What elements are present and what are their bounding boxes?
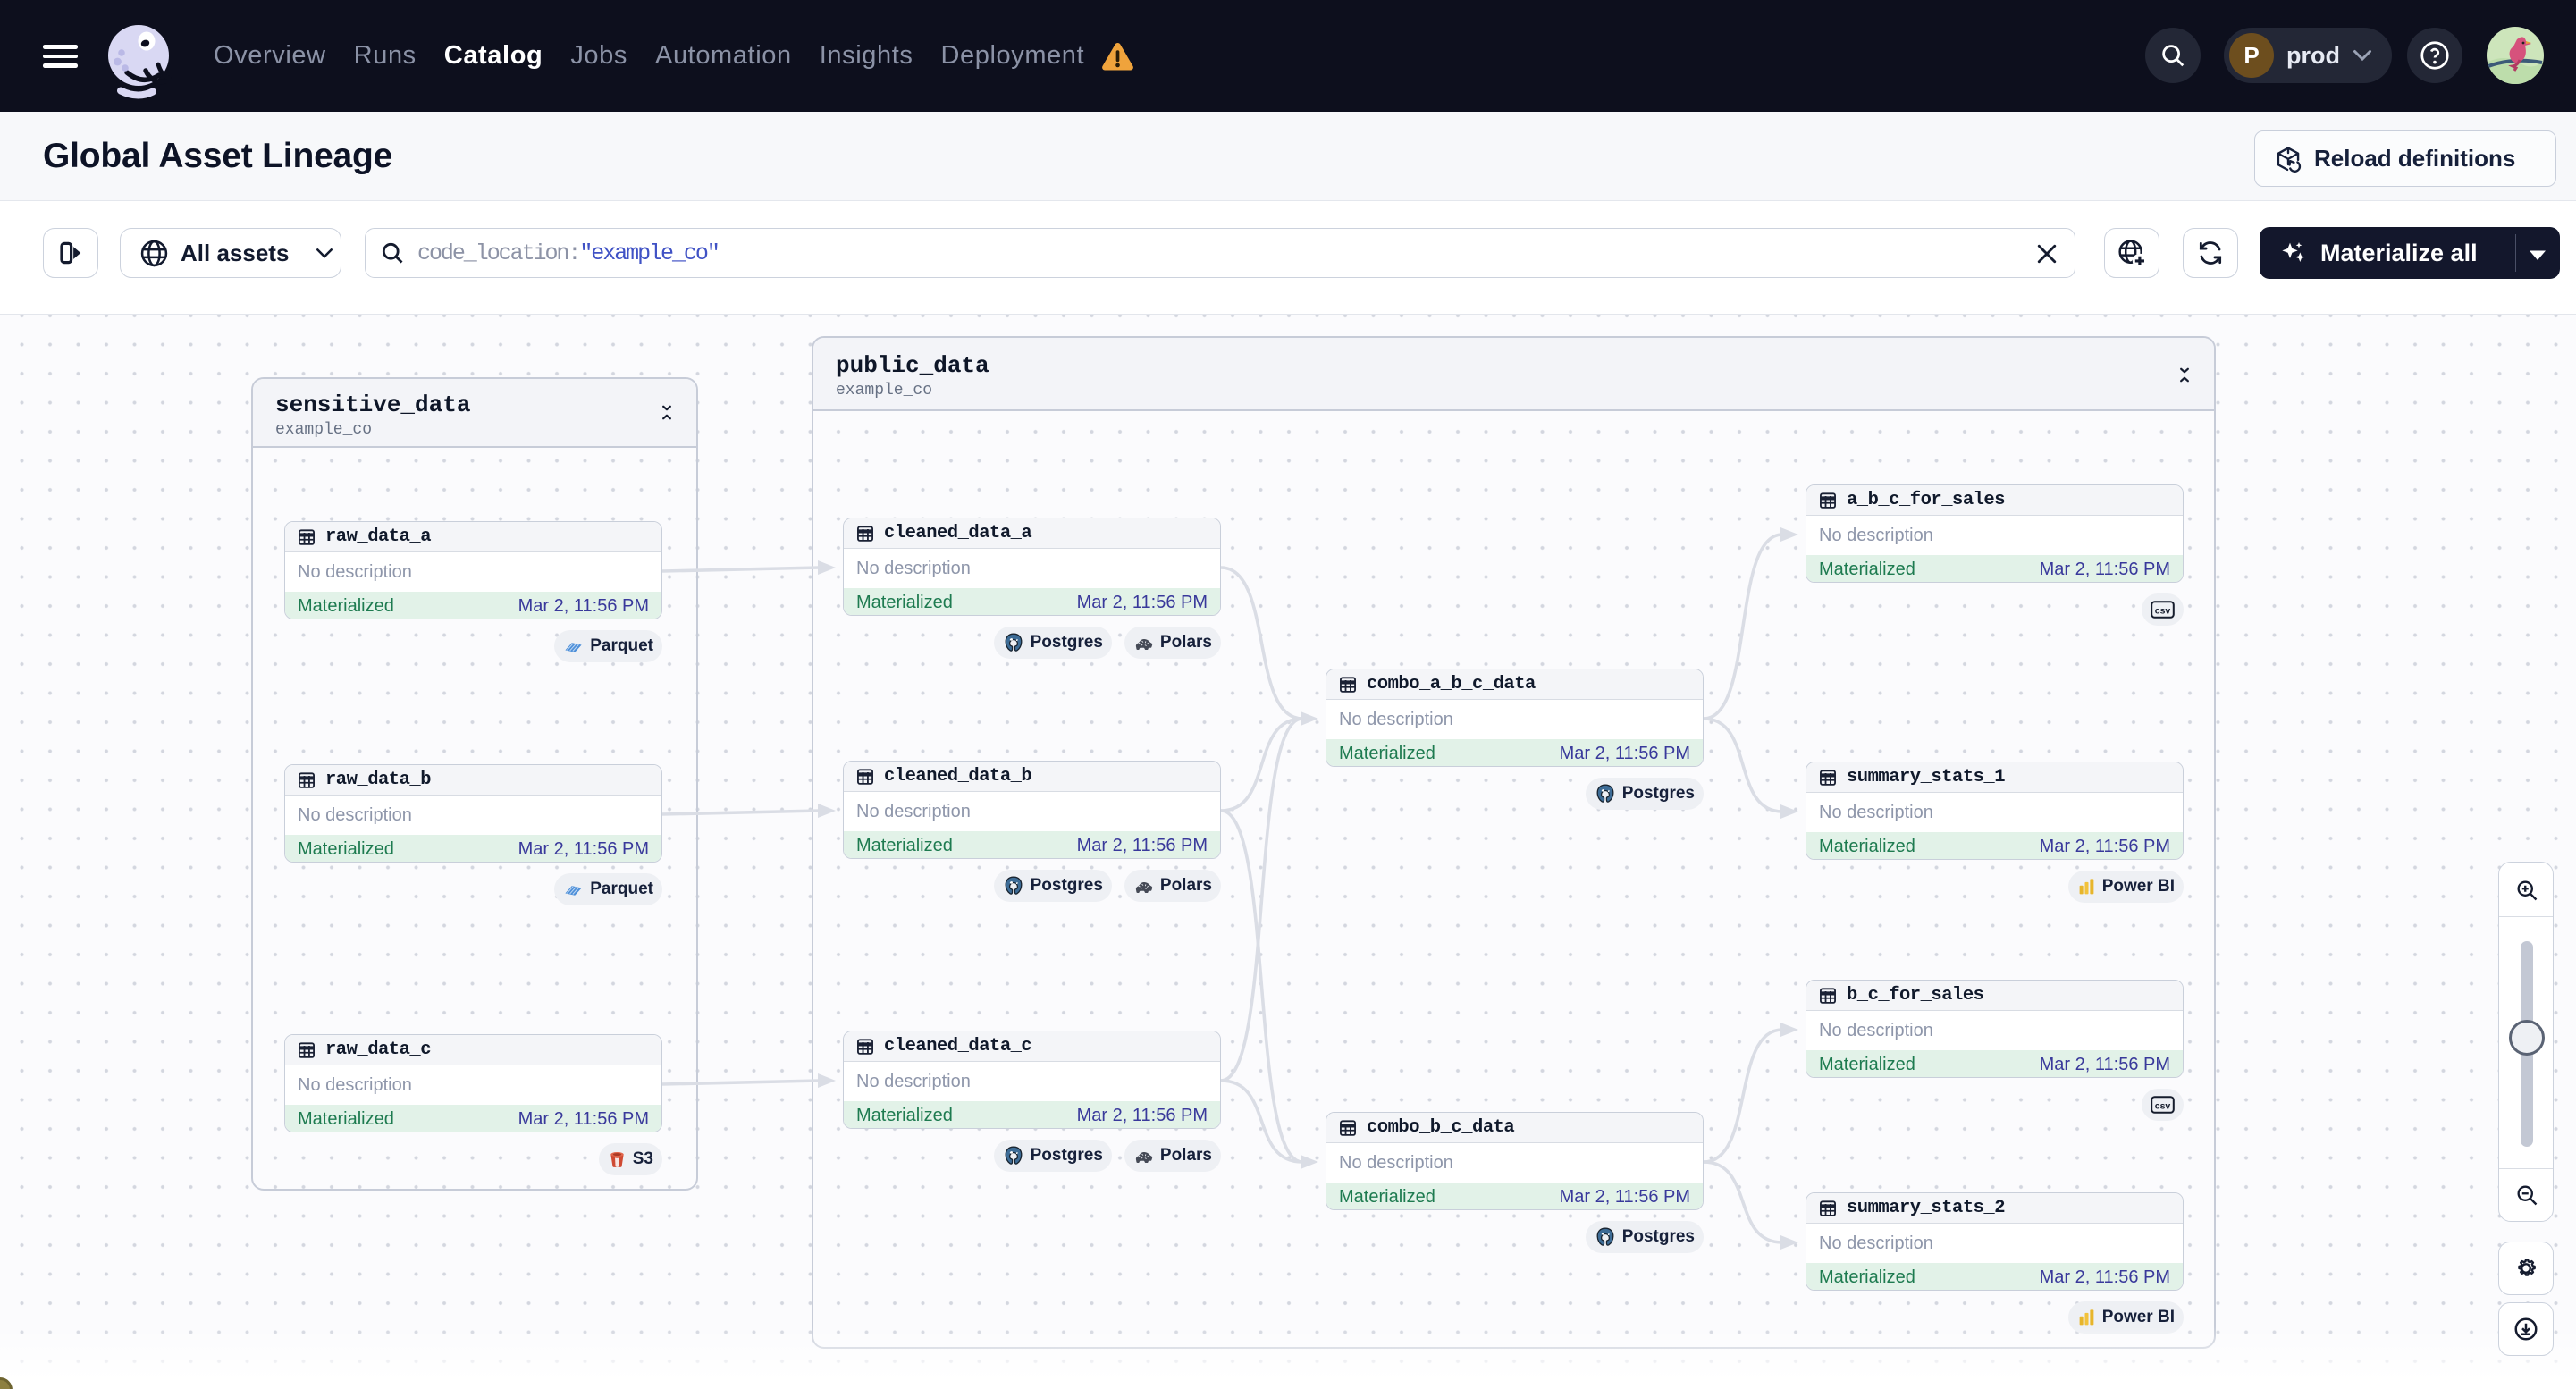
svg-text:csv: csv <box>2155 606 2171 617</box>
svg-text:csv: csv <box>2155 1101 2171 1112</box>
